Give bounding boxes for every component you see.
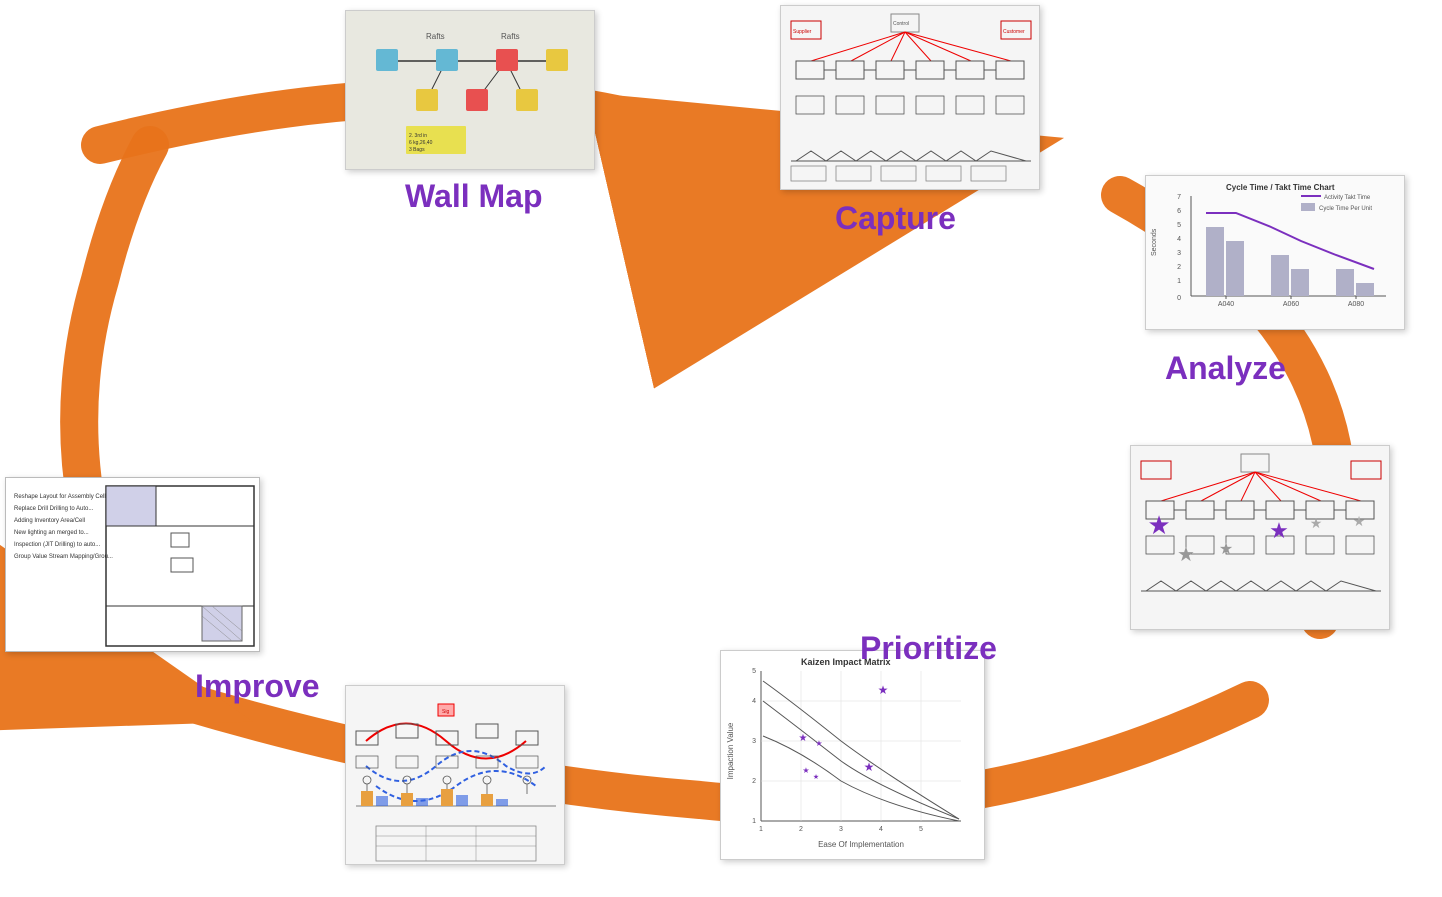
svg-text:Rafts: Rafts	[426, 32, 445, 41]
wallmap-label: Wall Map	[405, 178, 542, 215]
wallmap-thumbnail: 2. 3rd in 6 kg,26,40 3 Bags Rafts Rafts	[345, 10, 595, 170]
svg-text:4: 4	[752, 698, 756, 705]
svg-text:Replace Drill Drilling to Auto: Replace Drill Drilling to Auto...	[14, 506, 94, 512]
svg-text:Rafts: Rafts	[501, 32, 520, 41]
svg-text:★: ★	[1147, 510, 1170, 540]
svg-text:0: 0	[1177, 295, 1181, 302]
svg-text:★: ★	[878, 683, 889, 697]
prioritize-thumbnail: ★ ★ ★ ★ ★ ★	[1130, 445, 1390, 630]
capture-thumbnail: Supplier Control Customer	[780, 5, 1040, 190]
svg-text:Cycle Time Per Unit: Cycle Time Per Unit	[1319, 206, 1372, 212]
svg-text:Activity Takt Time: Activity Takt Time	[1324, 195, 1371, 201]
svg-text:6: 6	[1177, 208, 1181, 215]
svg-text:★: ★	[1177, 544, 1195, 566]
svg-text:★: ★	[1353, 513, 1366, 529]
svg-text:Impaction Value: Impaction Value	[726, 722, 735, 779]
svg-text:2. 3rd in: 2. 3rd in	[409, 133, 427, 139]
analyze-thumbnail: Cycle Time / Takt Time Chart 0 1 2 3 4 5…	[1145, 175, 1405, 330]
svg-text:6 kg,26,40: 6 kg,26,40	[409, 140, 433, 146]
svg-text:★: ★	[1269, 518, 1289, 543]
svg-text:Inspection (JIT Drilling) to a: Inspection (JIT Drilling) to auto...	[14, 542, 101, 548]
svg-text:2: 2	[752, 778, 756, 785]
svg-text:1: 1	[752, 818, 756, 825]
svg-text:Adding Inventory Area/Cell: Adding Inventory Area/Cell	[14, 518, 85, 524]
svg-text:★: ★	[813, 773, 819, 781]
svg-text:5: 5	[752, 668, 756, 675]
svg-text:1: 1	[1177, 278, 1181, 285]
svg-text:7: 7	[1177, 194, 1181, 201]
svg-text:Group Value Stream Mapping/Gro: Group Value Stream Mapping/Grou...	[14, 554, 113, 560]
svg-text:2: 2	[799, 826, 803, 833]
svg-text:5: 5	[1177, 222, 1181, 229]
svg-text:★: ★	[802, 766, 809, 775]
svg-text:A080: A080	[1348, 301, 1364, 308]
improve-label: Improve	[195, 668, 319, 705]
svg-text:★: ★	[815, 739, 822, 748]
prioritize-label: Prioritize	[860, 630, 997, 667]
svg-text:Supplier: Supplier	[793, 29, 812, 35]
svg-text:3: 3	[839, 826, 843, 833]
svg-text:3: 3	[752, 738, 756, 745]
layout-thumbnail: Reshape Layout for Assembly Cell Replace…	[5, 477, 260, 652]
svg-text:3: 3	[1177, 250, 1181, 257]
matrix-thumbnail: Kaizen Impact Matrix 1 2 3 4 5 1 2 3 4 5…	[720, 650, 985, 860]
svg-text:New lighting an merged to...: New lighting an merged to...	[14, 530, 89, 536]
svg-text:2: 2	[1177, 264, 1181, 271]
svg-text:4: 4	[879, 826, 883, 833]
analyze-label: Analyze	[1165, 350, 1286, 387]
svg-text:4: 4	[1177, 236, 1181, 243]
svg-text:Ease Of Implementation: Ease Of Implementation	[818, 840, 904, 849]
improve-thumbnail: Sig	[345, 685, 565, 865]
svg-text:★: ★	[1310, 515, 1323, 531]
svg-text:Reshape Layout for Assembly Ce: Reshape Layout for Assembly Cell	[14, 494, 106, 500]
svg-text:3 Bags: 3 Bags	[409, 147, 425, 153]
svg-text:★: ★	[799, 733, 808, 744]
svg-text:★: ★	[1219, 541, 1233, 558]
svg-text:A040: A040	[1218, 301, 1234, 308]
svg-text:A060: A060	[1283, 301, 1299, 308]
svg-text:★: ★	[864, 760, 875, 774]
svg-text:Sig: Sig	[442, 709, 449, 715]
svg-text:Cycle Time / Takt Time Chart: Cycle Time / Takt Time Chart	[1226, 183, 1335, 192]
svg-text:Control: Control	[893, 21, 909, 27]
svg-text:5: 5	[919, 826, 923, 833]
svg-text:1: 1	[759, 826, 763, 833]
svg-text:Customer: Customer	[1003, 29, 1025, 35]
capture-label: Capture	[835, 200, 956, 237]
svg-text:Seconds: Seconds	[1151, 228, 1158, 256]
